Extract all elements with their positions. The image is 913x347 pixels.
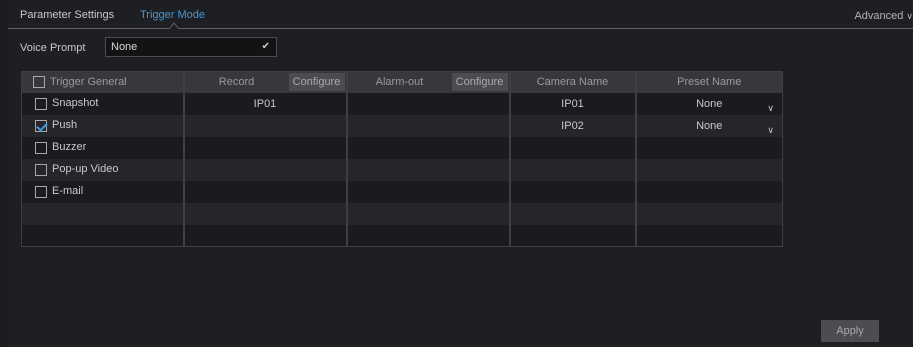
trigger-checkbox[interactable]	[35, 97, 47, 110]
alarm-out-cell	[346, 202, 511, 225]
trigger-cell	[21, 202, 185, 225]
camera-name-cell	[509, 180, 637, 203]
preset-value: None	[696, 119, 723, 132]
trigger-cell	[21, 224, 185, 247]
header-alarm-out: Alarm-out Configure	[346, 71, 511, 93]
preset-select[interactable]: None ∨	[637, 119, 783, 135]
trigger-label: E-mail	[52, 185, 84, 198]
table-row: Snapshot IP01 IP01 None ∨	[21, 92, 783, 115]
apply-button[interactable]: Apply	[821, 320, 879, 342]
trigger-cell: Pop-up Video	[21, 158, 185, 181]
preset-select[interactable]: None ∨	[637, 97, 783, 113]
trigger-label: Buzzer	[52, 141, 87, 154]
active-tab-caret-icon	[169, 22, 179, 29]
record-cell	[183, 224, 348, 247]
camera-name-cell	[509, 202, 637, 225]
preset-name-cell	[635, 224, 783, 247]
table-row	[21, 202, 783, 225]
chevron-down-icon: ∨	[767, 102, 774, 113]
record-cell	[183, 114, 348, 137]
chevron-down-icon: ✔	[261, 41, 270, 52]
tab-trigger-mode[interactable]: Trigger Mode	[140, 9, 205, 21]
header-camera-name: Camera Name	[509, 71, 637, 93]
advanced-menu[interactable]: Advanced ∨	[854, 10, 913, 22]
voice-prompt-value: None	[111, 41, 138, 53]
trigger-cell: Buzzer	[21, 136, 185, 159]
advanced-label: Advanced	[854, 10, 904, 22]
table-row	[21, 224, 783, 247]
record-cell: IP01	[183, 92, 348, 115]
preset-value: None	[696, 97, 723, 110]
table-row: Pop-up Video	[21, 158, 783, 181]
alarm-out-cell	[346, 180, 511, 203]
header-preset-name: Preset Name	[635, 71, 783, 93]
trigger-table: Trigger General Record Configure Alarm-o…	[21, 71, 783, 247]
tab-bar: Parameter Settings Trigger Mode Advanced…	[8, 0, 913, 29]
alarm-out-cell	[346, 224, 511, 247]
trigger-checkbox[interactable]	[35, 141, 47, 154]
select-all-checkbox[interactable]	[33, 76, 45, 89]
trigger-cell: Snapshot	[21, 92, 185, 115]
preset-name-cell	[635, 158, 783, 181]
record-cell	[183, 158, 348, 181]
alarm-out-cell	[346, 114, 511, 137]
preset-name-cell	[635, 180, 783, 203]
record-cell	[183, 180, 348, 203]
tab-parameter-settings[interactable]: Parameter Settings	[20, 9, 114, 21]
alarm-out-cell	[346, 158, 511, 181]
table-row: Buzzer	[21, 136, 783, 159]
preset-name-cell: None ∨	[635, 92, 783, 115]
table-header-row: Trigger General Record Configure Alarm-o…	[21, 71, 783, 93]
trigger-cell: Push	[21, 114, 185, 137]
table-row: E-mail	[21, 180, 783, 203]
preset-name-cell	[635, 202, 783, 225]
header-trigger-general: Trigger General	[21, 71, 185, 93]
chevron-down-icon: ∨	[767, 124, 774, 135]
record-cell	[183, 202, 348, 225]
record-header-label: Record	[218, 76, 255, 89]
trigger-cell: E-mail	[21, 180, 185, 203]
table-row: Push IP02 None ∨	[21, 114, 783, 137]
camera-name-cell	[509, 136, 637, 159]
trigger-checkbox[interactable]	[35, 185, 47, 198]
preset-name-cell	[635, 136, 783, 159]
trigger-label: Pop-up Video	[52, 163, 119, 176]
alarm-out-configure-button[interactable]: Configure	[451, 73, 508, 92]
trigger-checkbox[interactable]	[35, 163, 47, 176]
trigger-label: Push	[52, 119, 78, 132]
alarm-out-cell	[346, 92, 511, 115]
camera-name-cell: IP02	[509, 114, 637, 137]
chevron-down-icon: ∨	[906, 11, 913, 21]
trigger-checkbox[interactable]	[35, 119, 47, 132]
preset-name-cell: None ∨	[635, 114, 783, 137]
tab-divider	[8, 28, 913, 29]
record-cell	[183, 136, 348, 159]
header-record: Record Configure	[183, 71, 348, 93]
alarm-out-cell	[346, 136, 511, 159]
voice-prompt-select[interactable]: None ✔	[105, 37, 277, 57]
record-configure-button[interactable]: Configure	[288, 73, 345, 92]
camera-name-cell	[509, 158, 637, 181]
camera-name-cell: IP01	[509, 92, 637, 115]
voice-prompt-label: Voice Prompt	[20, 42, 86, 54]
trigger-label: Snapshot	[52, 97, 99, 110]
camera-name-cell	[509, 224, 637, 247]
alarm-out-header-label: Alarm-out	[375, 76, 424, 89]
